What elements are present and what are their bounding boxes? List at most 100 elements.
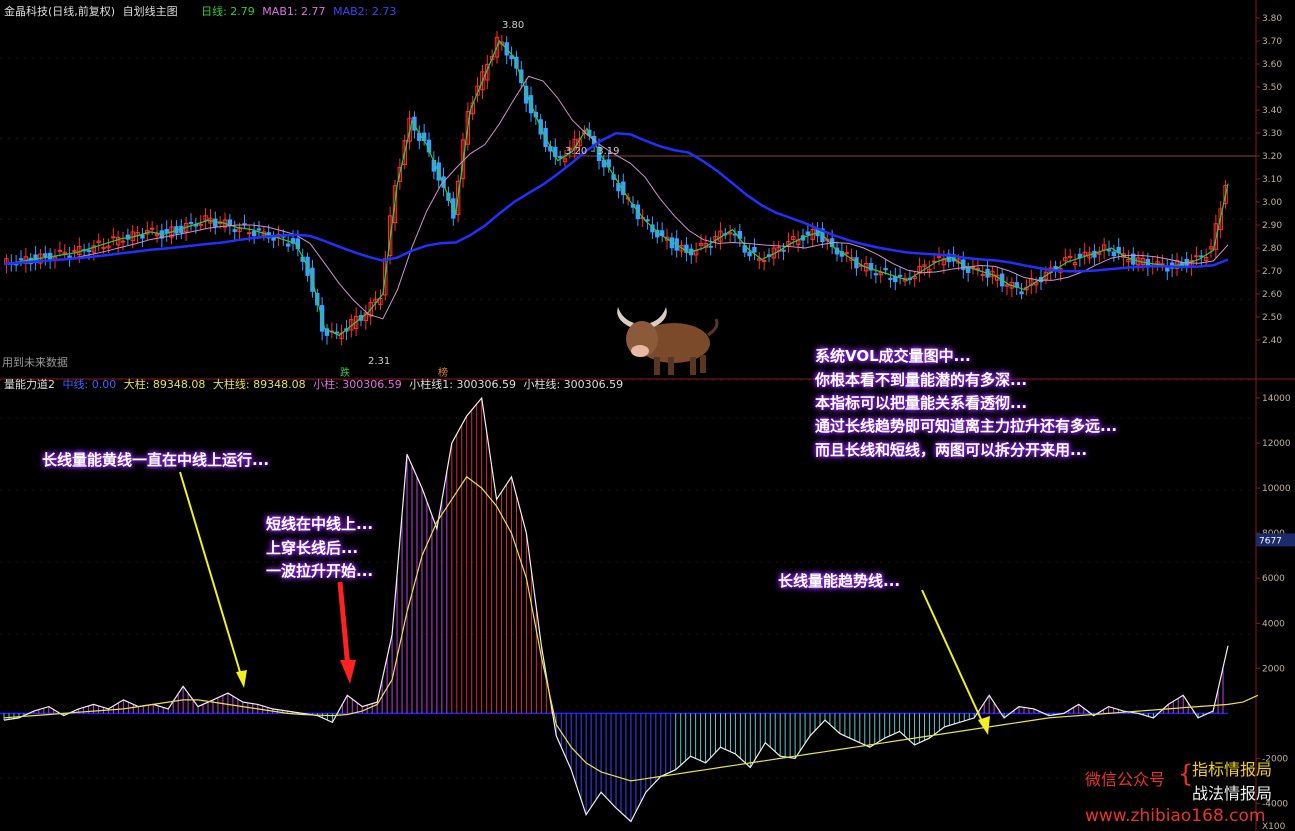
candle-body [752,246,757,253]
note-system-vol-2: 你根本看不到量能潜的有多深... [815,371,1028,389]
fall-tag: 跌 [340,368,350,379]
vol-indicator-name[interactable]: 量能力道2 [4,378,55,391]
low-price-label: 2.31 [368,356,391,367]
candle-body [883,267,888,271]
candle-body [86,249,92,252]
note-long-line-yellow: 长线量能黄线一直在中线上运行... [42,451,270,469]
candle-body [198,223,203,226]
candle-body [761,260,767,263]
bottom-header: 量能力道2 中线: 0.00 大柱: 89348.08 大柱线: 89348.0… [4,377,627,393]
price-tick-label: 3.60 [1262,60,1282,70]
candle-body [188,221,194,224]
candle-body [43,253,48,258]
note-system-vol-4: 通过长线趋势即可知道离主力拉升还有多远... [815,417,1118,435]
price-tick-label: 2.40 [1262,336,1282,346]
note-system-vol-5: 而且长线和短线，两图可以拆分开来用... [815,441,1088,459]
arrow-red [337,581,351,669]
mab1-line [3,75,1229,320]
price-tick-label: 3.70 [1262,37,1282,47]
candle-body [645,219,650,222]
small-bar-line1-value: 小柱线1: 300306.59 [409,378,516,391]
high-price-label: 3.80 [502,20,525,31]
arrow-yellow-1-head [236,670,247,688]
candle-body [120,240,126,243]
big-bar-value: 大柱: 89348.08 [123,378,206,391]
mab1-value: MAB1: 2.77 [262,5,326,18]
watermark-name2: 战法情报局 [1192,784,1273,803]
watermark-brace: { [1178,760,1194,788]
candle-body [781,249,786,252]
candle-body [1106,249,1112,252]
candle-body [232,229,237,232]
candle-body [251,230,257,237]
note-short-line-1: 短线在中线上... [266,515,374,533]
price-tick-label: 2.90 [1262,221,1282,231]
mid-line-value: 中线: 0.00 [62,378,117,391]
price-tick-label: 3.20 [1262,152,1282,162]
candle-body [285,243,291,247]
candle-body [888,277,893,280]
candle-body [256,228,262,231]
price-tick-label: 3.80 [1262,14,1282,24]
candle-body [72,250,77,253]
small-bar-line-value: 小柱线: 300306.59 [523,378,624,391]
price-tick-label: 3.00 [1262,198,1282,208]
candle-body [1019,291,1024,295]
stock-name[interactable]: 金晶科技(日线,前复权) [4,5,115,18]
range-label: 3.20 - 3.19 [565,146,620,157]
candle-body [149,227,155,230]
candle-body [18,258,24,261]
future-data-note: 用到未来数据 [2,356,68,369]
candle-body [247,232,252,235]
price-tick-label: 3.50 [1262,83,1282,93]
candle-body [873,273,879,276]
price-tick-label: 3.30 [1262,129,1282,139]
vol-unit-label: X100 [1262,822,1286,831]
vol-tick-label: 12000 [1262,439,1291,449]
candle-body [164,229,169,234]
note-short-line-2: 上穿长线后... [266,539,359,557]
rise-tag: 榜 [438,368,448,379]
candle-body [708,245,713,248]
candle-body [140,234,145,239]
candle-body [897,274,903,277]
daily-line [3,39,1229,337]
mab2-value: MAB2: 2.73 [333,5,397,18]
small-bar-value: 小柱: 300306.59 [313,378,402,391]
candle-body [334,331,339,334]
candle-body [980,273,985,276]
candle-body [747,251,752,257]
price-tick-label: 2.50 [1262,313,1282,323]
candle-body [1111,251,1117,257]
watermark-site: www.zhibiao168.com [1085,806,1266,826]
daily-line-value: 日线: 2.79 [201,5,255,18]
top-header: 金晶科技(日线,前复权) 自划线主图 日线: 2.79 MAB1: 2.77 M… [4,4,400,20]
vol-tick-label: 4000 [1262,619,1285,629]
arrow-red-head [340,660,356,684]
big-bar-line-value: 大柱线: 89348.08 [212,378,306,391]
price-tick-label: 2.70 [1262,267,1282,277]
vol-marker-label: 7677 [1259,536,1282,546]
candle-body [111,236,116,239]
price-tick-label: 3.10 [1262,175,1282,185]
note-system-vol-1: 系统VOL成交量图中... [815,347,971,365]
candle-body [213,218,218,227]
vol-tick-label: 2000 [1262,664,1285,674]
price-tick-label: 2.60 [1262,290,1282,300]
candle-body [57,249,63,252]
candle-body [557,156,563,159]
price-tick-label: 3.40 [1262,106,1282,116]
watermark-name1: 指标情报局 [1192,760,1273,779]
vol-tick-label: 10000 [1262,484,1291,494]
watermark-wechat: 微信公众号 [1085,770,1166,789]
candle-body [893,276,898,283]
note-trend-line: 长线量能趋势线... [778,572,901,590]
candle-body [805,231,811,235]
note-system-vol-3: 本指标可以把量能关系看透彻... [815,394,1028,412]
arrow-yellow-2 [921,589,986,729]
bull-icon [612,305,722,384]
arrow-yellow-1 [179,471,244,683]
candle-body [844,252,849,255]
vol-tick-label: 14000 [1262,394,1291,404]
indicator-name[interactable]: 自划线主图 [123,5,178,18]
